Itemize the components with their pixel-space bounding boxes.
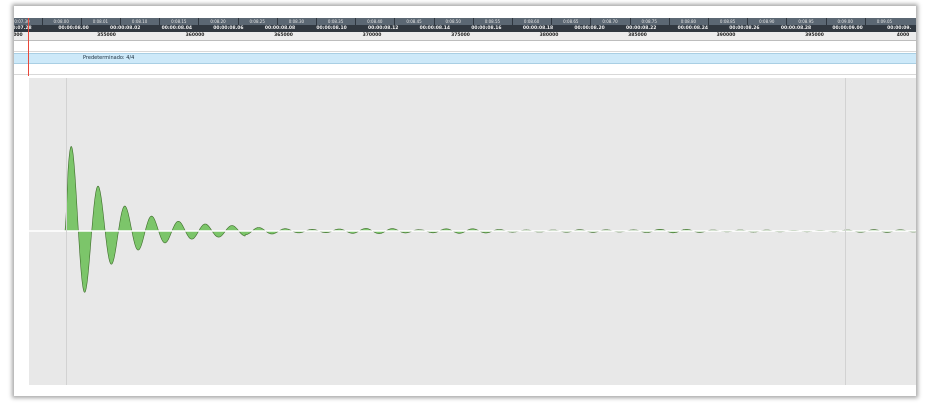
grid-line bbox=[66, 78, 67, 385]
marker-track[interactable] bbox=[14, 43, 916, 52]
sample-label: 375000 bbox=[451, 33, 470, 38]
bar-label: 0:08.01 bbox=[92, 19, 109, 24]
timecode-label: 00:00:08.26 bbox=[729, 26, 760, 31]
bottom-margin bbox=[14, 385, 916, 396]
ruler-separator bbox=[355, 18, 357, 25]
bar-label: 0:08.45 bbox=[406, 19, 422, 24]
sample-label: 380000 bbox=[539, 33, 559, 38]
timecode-label: 00:00:08.28 bbox=[780, 26, 812, 31]
sample-label: 390000 bbox=[716, 33, 736, 38]
ruler-separator bbox=[512, 18, 513, 25]
sample-label: 395000 bbox=[805, 33, 824, 38]
ruler-separator bbox=[120, 18, 121, 25]
timecode-label: 00:00:08.20 bbox=[574, 26, 605, 31]
timecode-ruler[interactable]: 0:07.28 00:00:08.00 00:00:08.02 00:00:08.04… bbox=[14, 25, 916, 32]
grid-line bbox=[845, 78, 846, 385]
bar-label: 0:08.55 bbox=[484, 19, 501, 24]
bar-label: 0:08.90 bbox=[759, 19, 775, 24]
bar-label: 0:08.15 bbox=[171, 19, 187, 24]
sample-label: 4000 bbox=[896, 33, 910, 38]
bar-label: 0:08.75 bbox=[641, 19, 657, 24]
sample-label: 385000 bbox=[628, 33, 647, 38]
ruler-separator bbox=[394, 18, 396, 25]
ruler-separator bbox=[276, 18, 278, 25]
bar-label: 0:09.05 bbox=[876, 19, 893, 24]
timecode-label: 00:00:08.06 bbox=[213, 26, 244, 31]
sample-label: 000 bbox=[14, 33, 23, 38]
ruler-separator bbox=[237, 18, 239, 25]
ruler-separator bbox=[41, 18, 43, 25]
bar-label: 0:08.20 bbox=[210, 19, 226, 24]
ruler-separator bbox=[825, 18, 827, 25]
bar-label: 0:08.10 bbox=[131, 19, 148, 24]
audio-waveform[interactable] bbox=[29, 78, 916, 385]
bar-label: 0:08.35 bbox=[327, 19, 344, 24]
timecode-label: 00:00:08.10 bbox=[316, 26, 347, 31]
ruler-separator bbox=[590, 18, 592, 25]
ruler-separator bbox=[316, 18, 317, 25]
bar-label: 0:08.95 bbox=[798, 19, 814, 24]
timecode-label: 00:00:09. bbox=[887, 26, 912, 31]
bar-label: 0:08.85 bbox=[719, 19, 736, 24]
timecode-label: 00:00:08.02 bbox=[110, 26, 141, 31]
tempo-track[interactable] bbox=[14, 64, 916, 75]
sample-label: 360000 bbox=[185, 33, 205, 38]
time-signature-track[interactable]: Predeterminado: 4/4 bbox=[14, 53, 916, 64]
ruler-separator bbox=[472, 18, 474, 25]
ruler-separator bbox=[433, 18, 435, 25]
bar-label: 0:08.00 bbox=[53, 19, 69, 24]
time-signature-label: Predeterminado: 4/4 bbox=[83, 55, 135, 61]
ruler-separator bbox=[629, 18, 631, 25]
bar-label: 0:08.50 bbox=[445, 19, 461, 24]
timecode-label: 00:00:09.00 bbox=[832, 26, 863, 31]
timecode-label: 00:00:08.08 bbox=[264, 26, 296, 31]
bar-label: 0:08.80 bbox=[680, 19, 697, 24]
timecode-label: 00:00:08.22 bbox=[626, 26, 657, 31]
bar-label: 0:08.40 bbox=[367, 19, 383, 24]
timecode-label: 00:00:08.14 bbox=[419, 26, 450, 31]
ruler-separator bbox=[786, 18, 788, 25]
ruler-separator bbox=[668, 18, 670, 25]
timecode-label: 00:00:08.00 bbox=[58, 26, 89, 31]
playhead-line[interactable] bbox=[28, 18, 29, 76]
sample-label: 355000 bbox=[97, 33, 116, 38]
sample-label: 365000 bbox=[274, 33, 293, 38]
ruler-separator bbox=[864, 18, 866, 25]
timecode-label: 00:00:08.12 bbox=[368, 26, 399, 31]
samples-ruler[interactable]: 000 355000 360000 365000 370000 375000 380000 3… bbox=[14, 32, 916, 41]
bar-label: 0:08.25 bbox=[249, 19, 265, 24]
waveform-editor-area[interactable] bbox=[29, 78, 916, 385]
ruler-separator bbox=[747, 18, 749, 25]
ruler-separator bbox=[159, 18, 161, 25]
timecode-label: 00:00:08.24 bbox=[677, 26, 708, 31]
bar-label: 0:08.30 bbox=[288, 19, 305, 24]
bar-label: 0:08.60 bbox=[523, 19, 540, 24]
ruler-separator bbox=[551, 18, 553, 25]
timecode-label: 00:00:08.18 bbox=[522, 26, 554, 31]
bar-label: 0:09.00 bbox=[837, 19, 853, 24]
bars-ruler[interactable]: 0:07.30 0:08.00 0:08.01 0:08.10 0:08.15 0:08.… bbox=[14, 18, 916, 25]
sample-label: 370000 bbox=[362, 33, 382, 38]
bar-label: 0:08.70 bbox=[602, 19, 618, 24]
bar-label: 0:08.65 bbox=[563, 19, 579, 24]
waveform-path bbox=[64, 146, 916, 293]
ruler-separator bbox=[80, 18, 82, 25]
ruler-separator bbox=[198, 18, 200, 25]
timecode-label: 00:00:08.04 bbox=[161, 26, 192, 31]
timecode-label: 00:00:08.16 bbox=[471, 26, 502, 31]
ruler-separator bbox=[708, 18, 709, 25]
